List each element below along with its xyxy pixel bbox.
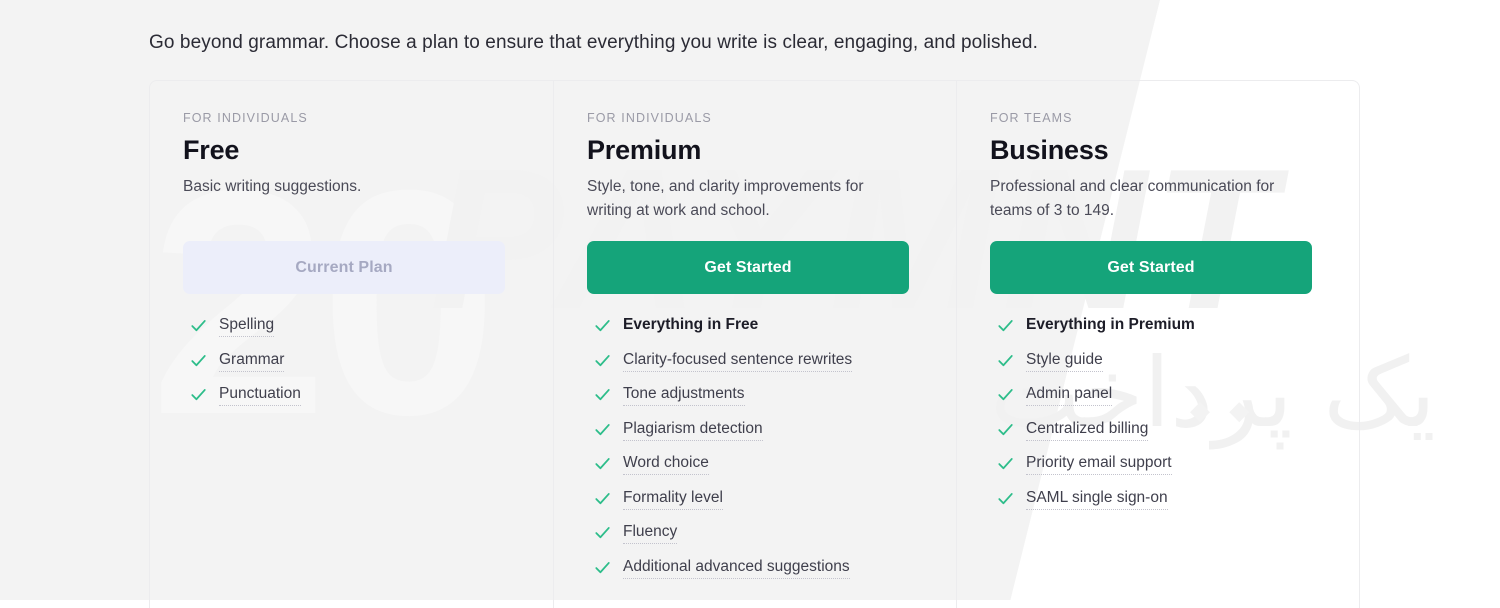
current-plan-button[interactable]: Current Plan xyxy=(183,241,505,294)
plan-cta-wrapper: Get Started xyxy=(587,241,909,294)
feature-label: Style guide xyxy=(1026,349,1103,372)
feature-label: Plagiarism detection xyxy=(623,418,763,441)
feature-item[interactable]: Admin panel xyxy=(996,383,1326,406)
plans-comparison-card: FOR INDIVIDUALS Free Basic writing sugge… xyxy=(149,80,1360,608)
feature-item[interactable]: Centralized billing xyxy=(996,418,1326,441)
check-icon xyxy=(998,423,1013,435)
plan-cta-wrapper: Current Plan xyxy=(183,241,505,294)
plan-card-free: FOR INDIVIDUALS Free Basic writing sugge… xyxy=(150,81,553,608)
check-icon xyxy=(595,561,610,573)
get-started-button[interactable]: Get Started xyxy=(990,241,1312,294)
plan-feature-list: Everything in Free Clarity-focused sente… xyxy=(593,314,923,590)
plan-cta-wrapper: Get Started xyxy=(990,241,1312,294)
feature-item: Everything in Premium xyxy=(996,314,1326,336)
feature-label: Everything in Premium xyxy=(1026,316,1195,333)
plan-audience-label: FOR TEAMS xyxy=(990,111,1073,125)
feature-item[interactable]: Spelling xyxy=(189,314,519,337)
check-icon xyxy=(595,458,610,470)
check-icon xyxy=(998,354,1013,366)
feature-item[interactable]: Tone adjustments xyxy=(593,383,923,406)
plan-description: Style, tone, and clarity improvements fo… xyxy=(587,178,864,219)
feature-item[interactable]: Fluency xyxy=(593,521,923,544)
feature-item[interactable]: Priority email support xyxy=(996,452,1326,475)
check-icon xyxy=(998,320,1013,332)
check-icon xyxy=(595,492,610,504)
feature-label: Fluency xyxy=(623,521,678,544)
plan-feature-list: Spelling Grammar Punctuation xyxy=(189,314,519,418)
plan-description: Basic writing suggestions. xyxy=(183,178,362,195)
check-icon xyxy=(595,389,610,401)
feature-item[interactable]: Punctuation xyxy=(189,383,519,406)
feature-label: SAML single sign-on xyxy=(1026,487,1168,510)
plan-card-business: FOR TEAMS Business Professional and clea… xyxy=(957,81,1360,608)
get-started-button[interactable]: Get Started xyxy=(587,241,909,294)
feature-label: Clarity-focused sentence rewrites xyxy=(623,349,853,372)
page-intro-text: Go beyond grammar. Choose a plan to ensu… xyxy=(149,32,1038,53)
feature-item: Everything in Free xyxy=(593,314,923,336)
feature-label: Tone adjustments xyxy=(623,383,745,406)
feature-item[interactable]: Style guide xyxy=(996,349,1326,372)
feature-item[interactable]: Clarity-focused sentence rewrites xyxy=(593,349,923,372)
feature-label: Everything in Free xyxy=(623,316,759,333)
check-icon xyxy=(998,389,1013,401)
plan-feature-list: Everything in Premium Style guide Admin … xyxy=(996,314,1326,521)
plan-description: Professional and clear communication for… xyxy=(990,178,1275,219)
plan-audience-label: FOR INDIVIDUALS xyxy=(183,111,308,125)
feature-item[interactable]: Word choice xyxy=(593,452,923,475)
check-icon xyxy=(998,492,1013,504)
feature-label: Spelling xyxy=(219,314,275,337)
check-icon xyxy=(998,458,1013,470)
feature-label: Formality level xyxy=(623,487,723,510)
check-icon xyxy=(595,354,610,366)
check-icon xyxy=(191,389,206,401)
check-icon xyxy=(595,423,610,435)
check-icon xyxy=(191,354,206,366)
feature-item[interactable]: Additional advanced suggestions xyxy=(593,556,923,579)
feature-label: Priority email support xyxy=(1026,452,1172,475)
check-icon xyxy=(595,527,610,539)
plan-title: Premium xyxy=(587,135,702,165)
plan-title: Business xyxy=(990,135,1109,165)
feature-label: Grammar xyxy=(219,349,285,372)
feature-label: Additional advanced suggestions xyxy=(623,556,850,579)
feature-item[interactable]: Grammar xyxy=(189,349,519,372)
plan-audience-label: FOR INDIVIDUALS xyxy=(587,111,712,125)
plan-title: Free xyxy=(183,135,240,165)
feature-label: Admin panel xyxy=(1026,383,1113,406)
check-icon xyxy=(191,320,206,332)
feature-item[interactable]: Formality level xyxy=(593,487,923,510)
feature-item[interactable]: Plagiarism detection xyxy=(593,418,923,441)
feature-label: Centralized billing xyxy=(1026,418,1149,441)
plan-card-premium: FOR INDIVIDUALS Premium Style, tone, and… xyxy=(553,81,957,608)
feature-label: Word choice xyxy=(623,452,709,475)
feature-label: Punctuation xyxy=(219,383,301,406)
check-icon xyxy=(595,320,610,332)
feature-item[interactable]: SAML single sign-on xyxy=(996,487,1326,510)
